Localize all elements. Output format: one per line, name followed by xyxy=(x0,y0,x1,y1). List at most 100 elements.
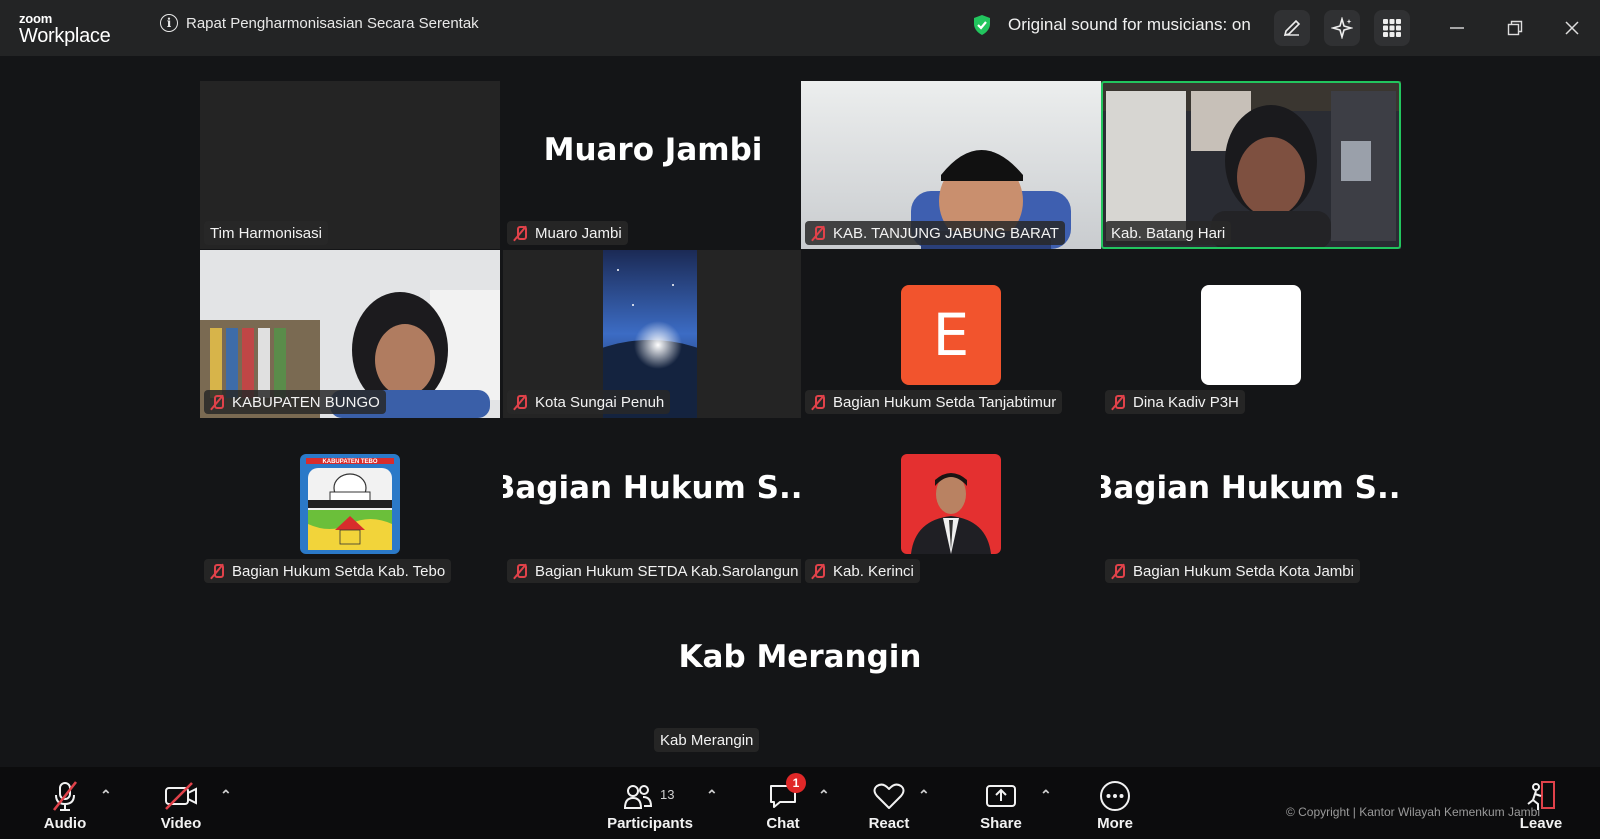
participant-tile[interactable]: Muaro Jambi Muaro Jambi xyxy=(503,81,803,249)
participant-name: Kab. Kerinci xyxy=(833,562,914,580)
participant-name-tag: Tim Harmonisasi xyxy=(204,221,328,245)
more-label: More xyxy=(1097,815,1133,832)
mic-muted-icon xyxy=(1111,394,1125,410)
sparkle-icon xyxy=(1331,17,1353,39)
audio-label: Audio xyxy=(43,815,87,832)
avatar xyxy=(1201,285,1301,385)
participants-options-caret[interactable]: ⌃ xyxy=(706,787,718,804)
audio-options-caret[interactable]: ⌃ xyxy=(100,787,112,804)
restore-icon xyxy=(1507,20,1523,36)
participant-name: Bagian Hukum SETDA Kab.Sarolangun xyxy=(535,562,799,580)
participant-name: Bagian Hukum Setda Tanjabtimur xyxy=(833,393,1057,411)
participant-photo xyxy=(901,454,1001,554)
zoom-workplace-logo: zoom Workplace xyxy=(19,12,111,46)
kabupaten-tebo-logo: KABUPATEN TEBO xyxy=(300,454,400,554)
participants-button[interactable]: 13 Participants xyxy=(600,779,700,832)
participant-display-name: Bagian Hukum S... xyxy=(1101,470,1401,506)
mic-muted-icon xyxy=(811,225,825,241)
original-sound-indicator[interactable]: Original sound for musicians: on xyxy=(972,14,1251,36)
close-icon xyxy=(1565,21,1579,35)
participant-tile[interactable]: Bagian Hukum S... Bagian Hukum Setda Kot… xyxy=(1101,419,1401,587)
heart-icon xyxy=(873,783,905,809)
participant-name: Bagian Hukum Setda Kota Jambi xyxy=(1133,562,1354,580)
avatar: E xyxy=(901,285,1001,385)
mic-muted-icon xyxy=(811,563,825,579)
participant-display-name: Kab Merangin xyxy=(678,639,922,675)
participant-tile[interactable]: Tim Harmonisasi xyxy=(200,81,500,249)
react-options-caret[interactable]: ⌃ xyxy=(918,787,930,804)
apps-button[interactable] xyxy=(1374,10,1410,46)
participant-tile[interactable]: Dina Kadiv P3H xyxy=(1101,250,1401,418)
mic-muted-icon xyxy=(1111,563,1125,579)
participant-name-tag: Kab Merangin xyxy=(654,728,760,752)
participant-name-tag: Bagian Hukum SETDA Kab.Sarolangun xyxy=(507,559,803,583)
svg-text:KABUPATEN TEBO: KABUPATEN TEBO xyxy=(322,459,377,465)
participant-name: KAB. TANJUNG JABUNG BARAT xyxy=(833,224,1059,242)
mic-muted-icon xyxy=(210,563,224,579)
participant-display-name: Muaro Jambi xyxy=(543,132,763,168)
chat-unread-badge: 1 xyxy=(786,773,806,793)
participant-tile[interactable]: Kab. Kerinci xyxy=(801,419,1101,587)
participants-label: Participants xyxy=(607,815,693,832)
chat-label: Chat xyxy=(766,815,800,832)
participant-name: KABUPATEN BUNGO xyxy=(232,393,380,411)
apps-grid-icon xyxy=(1383,19,1401,37)
minimize-button[interactable] xyxy=(1443,14,1471,42)
participant-name-tag: Dina Kadiv P3H xyxy=(1105,390,1245,414)
react-label: React xyxy=(868,815,910,832)
video-button[interactable]: Video xyxy=(136,779,226,832)
shield-check-icon xyxy=(974,15,990,35)
leave-icon xyxy=(1527,781,1555,810)
video-off-icon xyxy=(165,782,197,810)
participant-name: Tim Harmonisasi xyxy=(210,224,322,242)
mic-muted-icon xyxy=(513,225,527,241)
annotate-button[interactable] xyxy=(1274,10,1310,46)
participant-name-tag: Muaro Jambi xyxy=(507,221,628,245)
audio-button[interactable]: Audio xyxy=(20,779,110,832)
info-icon[interactable]: i xyxy=(160,14,178,32)
participant-name-tag: Kab. Batang Hari xyxy=(1105,221,1232,245)
meeting-info[interactable]: i Rapat Pengharmonisasian Secara Serenta… xyxy=(160,14,479,32)
participant-tile[interactable]: KABUPATEN BUNGO xyxy=(200,250,500,418)
share-button[interactable]: Share xyxy=(956,779,1046,832)
avatar-letter: E xyxy=(932,301,970,369)
original-sound-label: Original sound for musicians: on xyxy=(1008,15,1251,34)
participant-name-tag: KABUPATEN BUNGO xyxy=(204,390,386,414)
video-label: Video xyxy=(160,815,202,832)
participant-name: Kota Sungai Penuh xyxy=(535,393,665,411)
meeting-controls-toolbar: Audio ⌃ Video ⌃ 13 Participants ⌃ 1 Chat… xyxy=(0,767,1600,839)
participant-name-tag: Kab. Kerinci xyxy=(805,559,920,583)
share-options-caret[interactable]: ⌃ xyxy=(1040,787,1052,804)
restore-button[interactable] xyxy=(1501,14,1529,42)
participant-name-tag: KAB. TANJUNG JABUNG BARAT xyxy=(805,221,1065,245)
participant-name: Bagian Hukum Setda Kab. Tebo xyxy=(232,562,446,580)
participant-tile[interactable]: Kota Sungai Penuh xyxy=(503,250,803,418)
leave-button[interactable]: Leave xyxy=(1496,779,1586,832)
mic-muted-icon xyxy=(52,781,78,811)
participant-tile[interactable]: Kab Merangin Kab Merangin xyxy=(650,588,950,756)
participant-tile[interactable]: KAB. TANJUNG JABUNG BARAT xyxy=(801,81,1101,249)
video-options-caret[interactable]: ⌃ xyxy=(220,787,232,804)
participant-tile-active-speaker[interactable]: Kab. Batang Hari xyxy=(1101,81,1401,249)
participant-name-tag: Bagian Hukum Setda Kab. Tebo xyxy=(204,559,452,583)
participant-name-tag: Bagian Hukum Setda Kota Jambi xyxy=(1105,559,1360,583)
leave-label: Leave xyxy=(1519,815,1563,832)
participant-tile[interactable]: Bagian Hukum S... Bagian Hukum SETDA Kab… xyxy=(503,419,803,587)
share-screen-icon xyxy=(986,785,1016,807)
mic-muted-icon xyxy=(513,394,527,410)
participants-icon xyxy=(623,785,653,809)
ai-companion-button[interactable] xyxy=(1324,10,1360,46)
more-button[interactable]: More xyxy=(1070,779,1160,832)
meeting-title: Rapat Pengharmonisasian Secara Serentak xyxy=(186,14,479,32)
participant-name: Muaro Jambi xyxy=(535,224,622,242)
participant-name-tag: Bagian Hukum Setda Tanjabtimur xyxy=(805,390,1063,414)
participant-name: Kab. Batang Hari xyxy=(1111,224,1226,242)
mic-muted-icon xyxy=(513,563,527,579)
close-window-button[interactable] xyxy=(1558,14,1586,42)
chat-options-caret[interactable]: ⌃ xyxy=(818,787,830,804)
participant-tile[interactable]: KABUPATEN TEBO Bagian Hukum Setda Kab. T… xyxy=(200,419,500,587)
participant-count: 13 xyxy=(660,787,675,802)
participant-tile[interactable]: E Bagian Hukum Setda Tanjabtimur xyxy=(801,250,1101,418)
title-bar: zoom Workplace i Rapat Pengharmonisasian… xyxy=(0,0,1600,56)
chat-button[interactable]: 1 Chat xyxy=(738,773,828,832)
